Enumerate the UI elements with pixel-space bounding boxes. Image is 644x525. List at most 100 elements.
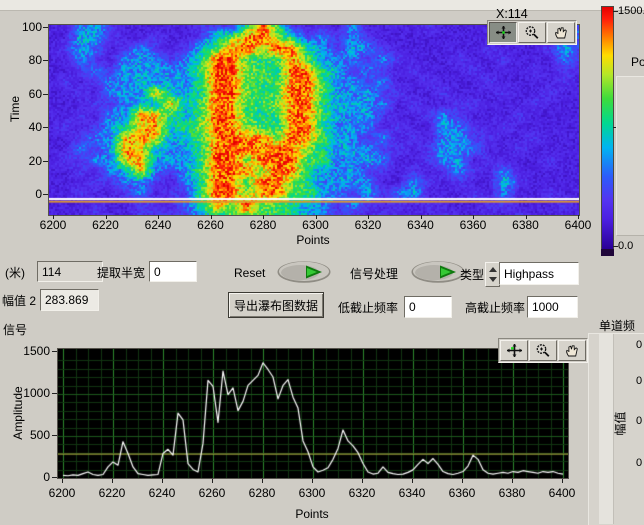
clipped-right-text: Po: [631, 55, 644, 69]
y-tick-label: 1000: [20, 386, 50, 400]
magnifier-icon: [535, 343, 552, 358]
cursor-tool-button[interactable]: [489, 22, 517, 43]
signal-section-label: 信号: [3, 321, 27, 338]
filter-type-spinner[interactable]: [485, 262, 500, 287]
spinner-up-icon: [489, 267, 497, 272]
y-tick-label: 500: [20, 428, 50, 442]
x-tick: [212, 479, 213, 483]
x-tick-label: 6320: [346, 218, 390, 232]
waveform-x-axis-label: Points: [57, 507, 567, 521]
x-tick-label: 6360: [440, 486, 484, 500]
x-tick-label: 6220: [84, 218, 128, 232]
y-tick: [43, 194, 48, 195]
zoom-tool-button[interactable]: [518, 22, 546, 43]
x-tick: [362, 479, 363, 483]
right-upper-panel: [616, 76, 644, 236]
pan-tool-button[interactable]: [547, 22, 575, 43]
low-cutoff-input[interactable]: [404, 296, 452, 318]
x-tick: [312, 479, 313, 483]
y-tick-label: 1500: [20, 344, 50, 358]
y-tick: [43, 127, 48, 128]
zoom-tool-button[interactable]: [529, 340, 557, 361]
half-width-label: 提取半宽: [97, 264, 145, 281]
y-tick: [52, 435, 57, 436]
right-panel-tick-label: 0: [636, 415, 642, 427]
export-waterfall-button[interactable]: 导出瀑布图数据: [228, 292, 324, 318]
x-tick-label: 6200: [40, 486, 84, 500]
x-tick-label: 6240: [136, 218, 180, 232]
crosshair-icon: [506, 343, 523, 358]
x-tick: [62, 479, 63, 483]
signal-processing-label: 信号处理: [350, 265, 398, 282]
x-tick-label: 6340: [399, 218, 443, 232]
single-channel-spectrum-label: 单道频: [599, 317, 635, 334]
spinner-down-icon: [489, 277, 497, 282]
x-tick-label: 6320: [340, 486, 384, 500]
spectrogram-x-axis-label: Points: [48, 233, 578, 247]
y-tick: [43, 161, 48, 162]
y-tick: [43, 94, 48, 95]
half-width-input[interactable]: [149, 261, 197, 282]
color-scale-bar[interactable]: [601, 6, 614, 250]
crosshair-icon: [495, 25, 512, 40]
x-tick-label: 6280: [241, 218, 285, 232]
cursor-tool-button[interactable]: [500, 340, 528, 361]
high-cutoff-input[interactable]: [527, 296, 578, 318]
y-tick-label: 60: [12, 87, 42, 101]
x-tick-label: 6400: [540, 486, 584, 500]
y-tick-label: 0: [12, 187, 42, 201]
x-tick-label: 6400: [556, 218, 600, 232]
color-scale-max-label: 1500.0: [618, 5, 644, 17]
x-tick-label: 6260: [189, 218, 233, 232]
x-tick: [162, 479, 163, 483]
spectrogram-graph-palette: [487, 20, 577, 45]
pan-tool-button[interactable]: [558, 340, 586, 361]
x-tick-label: 6200: [31, 218, 75, 232]
meters-indicator[interactable]: [37, 261, 103, 282]
color-scale-underflow-block: [601, 249, 614, 256]
x-tick: [562, 479, 563, 483]
cursor-readout: X:114: [496, 7, 528, 21]
filter-type-value[interactable]: [499, 262, 579, 285]
x-tick-label: 6280: [240, 486, 284, 500]
toggle-icon: [410, 260, 466, 284]
x-tick: [412, 479, 413, 483]
x-tick: [462, 479, 463, 483]
y-tick-label: 20: [12, 154, 42, 168]
x-tick-label: 6340: [390, 486, 434, 500]
x-tick-label: 6380: [490, 486, 534, 500]
signal-processing-toggle-button[interactable]: [410, 260, 466, 289]
right-panel-tick-label: 0: [636, 339, 642, 351]
x-tick-label: 6380: [504, 218, 548, 232]
reset-toggle-button[interactable]: [276, 260, 332, 289]
x-tick-label: 6300: [290, 486, 334, 500]
y-tick-label: 100: [12, 20, 42, 34]
spectrogram-plot[interactable]: [48, 24, 580, 216]
top-strip: [0, 0, 644, 11]
x-tick-label: 6360: [451, 218, 495, 232]
y-tick-label: 80: [12, 53, 42, 67]
amplitude2-indicator[interactable]: [40, 289, 99, 311]
x-tick: [512, 479, 513, 483]
x-tick-label: 6260: [190, 486, 234, 500]
magnifier-icon: [524, 25, 541, 40]
x-tick-label: 6240: [140, 486, 184, 500]
y-tick: [43, 60, 48, 61]
x-tick: [262, 479, 263, 483]
right-panel-tick-label: 0: [636, 375, 642, 387]
filter-type-label: 类型: [460, 266, 484, 283]
y-tick: [52, 351, 57, 352]
y-tick: [52, 393, 57, 394]
right-panel-tick-label: 0: [636, 457, 642, 469]
y-tick-label: 0: [20, 470, 50, 484]
front-panel: Time X:114 Points 1500.0: [0, 0, 644, 525]
x-tick-label: 6300: [294, 218, 338, 232]
hand-icon: [564, 343, 581, 358]
y-tick: [52, 477, 57, 478]
y-tick: [43, 27, 48, 28]
x-tick-label: 6220: [90, 486, 134, 500]
waveform-plot[interactable]: [57, 348, 569, 479]
amplitude2-label: 幅值 2: [2, 292, 36, 309]
right-panel-axis-label: 幅值: [612, 406, 629, 442]
meters-label: (米): [5, 264, 25, 281]
